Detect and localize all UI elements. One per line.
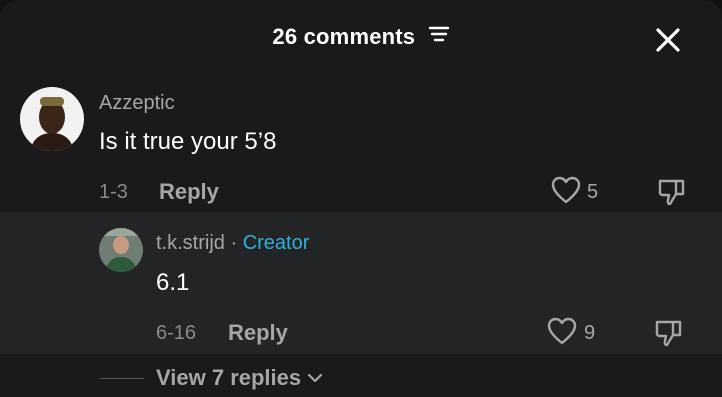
comments-sheet: 26 comments Azzeptic Is it true your 5’8… <box>0 0 722 397</box>
comments-count-title: 26 comments <box>272 24 416 49</box>
reply-username[interactable]: t.k.strijd <box>156 232 225 254</box>
comments-header: 26 comments <box>0 0 722 80</box>
separator-dot: · <box>230 232 238 254</box>
reply-button[interactable]: Reply <box>159 179 219 205</box>
thumbs-down-icon[interactable] <box>653 317 685 354</box>
reply-date: 6-16 <box>156 322 197 344</box>
like-count: 5 <box>587 181 599 203</box>
reply-user-row: t.k.strijd · Creator <box>156 232 309 255</box>
comment-text: Is it true your 5’8 <box>99 128 277 155</box>
avatar[interactable] <box>20 87 84 151</box>
reply-reply-button[interactable]: Reply <box>228 320 288 346</box>
view-replies-button[interactable]: View 7 replies <box>156 365 301 391</box>
comments-title-row[interactable]: 26 comments <box>0 24 722 50</box>
comment-date: 1-3 <box>99 181 128 203</box>
reply-text: 6.1 <box>156 269 190 296</box>
heart-icon[interactable] <box>551 176 581 209</box>
close-icon[interactable] <box>652 24 684 56</box>
creator-badge: Creator <box>242 232 310 254</box>
view-replies-row[interactable]: View 7 replies <box>100 364 323 392</box>
thumbs-down-icon[interactable] <box>656 176 688 213</box>
reply-like-count: 9 <box>584 322 596 344</box>
comment-username[interactable]: Azzeptic <box>99 92 175 115</box>
thread-divider <box>100 377 144 379</box>
chevron-down-icon <box>308 373 323 383</box>
reply-avatar[interactable] <box>99 228 143 272</box>
heart-icon[interactable] <box>547 317 577 350</box>
filter-lines-icon[interactable] <box>428 23 450 49</box>
